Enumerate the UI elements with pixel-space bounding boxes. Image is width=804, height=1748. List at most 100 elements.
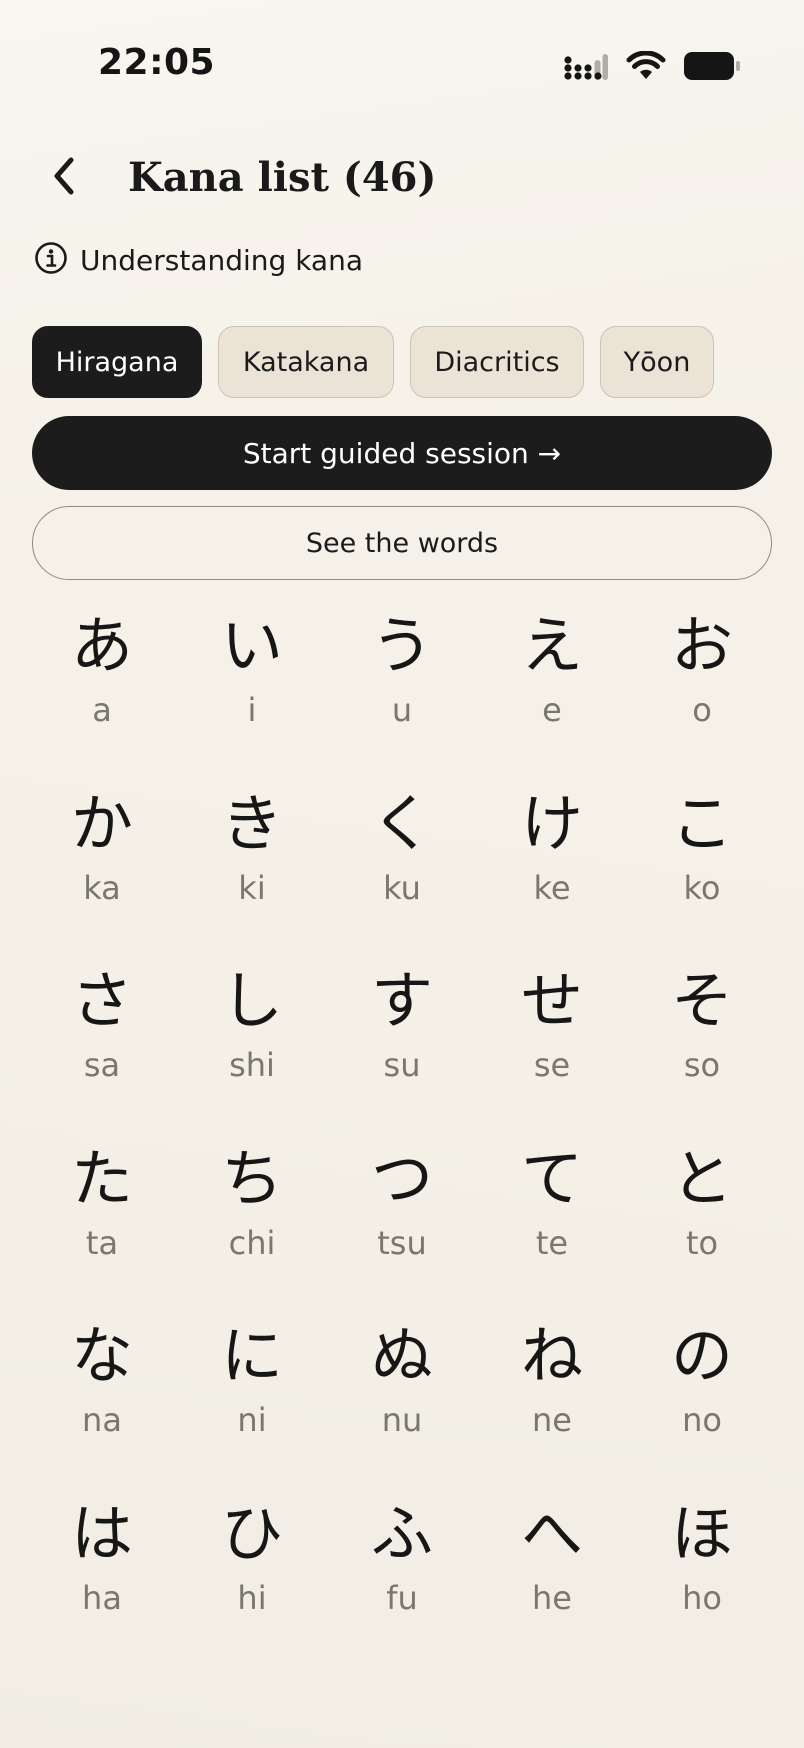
kana-romaji: chi — [228, 1223, 276, 1262]
kana-character: と — [670, 1141, 733, 1215]
kana-cell-se[interactable]: せ se — [477, 961, 627, 1139]
page-title: Kana list (46) — [128, 154, 437, 201]
kana-cell-e[interactable]: えe — [477, 606, 627, 784]
status-bar: 22:05 — [0, 0, 804, 120]
back-button[interactable] — [36, 150, 92, 206]
wifi-icon — [626, 51, 666, 81]
kana-romaji: so — [683, 1046, 721, 1084]
kana-cell-ho[interactable]: ほ ho — [627, 1494, 777, 1672]
kana-romaji: ta — [85, 1223, 119, 1262]
kana-character: は — [70, 1496, 133, 1570]
kana-cell-tsu[interactable]: つ tsu — [327, 1139, 477, 1317]
start-guided-session-button[interactable]: Start guided session → — [32, 416, 772, 490]
kana-romaji: u — [391, 691, 413, 729]
kana-character: ぬ — [370, 1319, 433, 1392]
kana-cell-na[interactable]: な na — [27, 1316, 177, 1494]
kana-grid: あ a い i う u え e お o か ka き ki く ku け ke こ ko さ sa し shi す su せ se そ s… — [27, 606, 777, 1671]
tab-diacritics[interactable]: Diacritics — [410, 326, 584, 398]
kana-character: の — [670, 1319, 733, 1392]
kana-cell-no[interactable]: の no — [627, 1316, 777, 1494]
kana-cell-a[interactable]: あa — [27, 606, 177, 784]
kana-cell-nu[interactable]: ぬ nu — [327, 1316, 477, 1494]
kana-character: き — [220, 786, 283, 860]
chevron-left-icon — [49, 156, 79, 200]
kana-romaji: fu — [386, 1578, 418, 1617]
kana-romaji: tsu — [377, 1223, 427, 1262]
kana-romaji: to — [685, 1223, 719, 1262]
kana-romaji: ka — [83, 868, 121, 907]
kana-character: て — [520, 1141, 583, 1215]
kana-cell-ko[interactable]: こ ko — [627, 784, 777, 962]
kana-character: な — [70, 1319, 133, 1392]
kana-romaji: shi — [229, 1046, 275, 1084]
kana-cell-ha[interactable]: は ha — [27, 1494, 177, 1672]
tab-hiragana[interactable]: Hiragana — [32, 326, 202, 398]
kana-character: こ — [670, 786, 733, 860]
kana-romaji: ne — [532, 1401, 572, 1439]
kana-character: さ — [70, 964, 133, 1037]
kana-romaji: he — [532, 1578, 572, 1617]
kana-character: に — [220, 1319, 283, 1392]
kana-character: せ — [520, 964, 583, 1037]
kana-cell-ki[interactable]: き ki — [177, 784, 327, 962]
kana-character: ほ — [670, 1496, 733, 1570]
kana-cell-fu[interactable]: ふ fu — [327, 1494, 477, 1672]
kana-character: ね — [520, 1319, 583, 1392]
battery-icon — [684, 51, 740, 81]
signal-icon — [564, 52, 608, 80]
kana-cell-u[interactable]: うu — [327, 606, 477, 784]
kana-romaji: su — [383, 1046, 421, 1084]
kana-character: け — [520, 786, 583, 860]
understanding-kana-link[interactable]: Understanding kana — [34, 238, 363, 282]
kana-character: そ — [670, 964, 733, 1037]
kana-character: ふ — [370, 1496, 433, 1570]
kana-romaji: hi — [237, 1578, 267, 1617]
kana-romaji: ko — [683, 868, 721, 907]
kana-cell-su[interactable]: す su — [327, 961, 477, 1139]
see-the-words-button[interactable]: See the words — [32, 506, 772, 580]
kana-cell-ta[interactable]: た ta — [27, 1139, 177, 1317]
header: Kana list (46) — [0, 140, 804, 220]
kana-cell-o[interactable]: おo — [627, 606, 777, 784]
kana-romaji: nu — [381, 1401, 423, 1439]
kana-cell-ke[interactable]: け ke — [477, 784, 627, 962]
kana-type-tabs: Hiragana Katakana Diacritics Yōon — [32, 326, 714, 400]
kana-cell-chi[interactable]: ち chi — [177, 1139, 327, 1317]
kana-romaji: no — [682, 1401, 722, 1439]
kana-character: し — [220, 964, 283, 1037]
kana-cell-ne[interactable]: ね ne — [477, 1316, 627, 1494]
kana-cell-ka[interactable]: か ka — [27, 784, 177, 962]
kana-romaji: ke — [533, 868, 571, 907]
kana-character: く — [370, 786, 433, 860]
kana-cell-so[interactable]: そ so — [627, 961, 777, 1139]
kana-romaji: ni — [237, 1401, 267, 1439]
kana-character: す — [370, 964, 433, 1037]
kana-romaji: se — [533, 1046, 571, 1084]
kana-character: お — [670, 609, 733, 682]
kana-character: つ — [370, 1141, 433, 1215]
kana-romaji: sa — [83, 1046, 121, 1084]
kana-cell-i[interactable]: いi — [177, 606, 327, 784]
kana-cell-hi[interactable]: ひ hi — [177, 1494, 327, 1672]
kana-romaji: o — [692, 691, 712, 729]
kana-romaji: ha — [82, 1578, 122, 1617]
kana-romaji: e — [542, 691, 562, 729]
kana-cell-sa[interactable]: さ sa — [27, 961, 177, 1139]
kana-romaji: i — [247, 691, 257, 729]
tab-yoon[interactable]: Yōon — [600, 326, 714, 398]
kana-cell-to[interactable]: と to — [627, 1139, 777, 1317]
kana-character: あ — [70, 609, 133, 682]
kana-cell-ni[interactable]: に ni — [177, 1316, 327, 1494]
kana-cell-te[interactable]: て te — [477, 1139, 627, 1317]
info-circle-icon — [34, 241, 68, 279]
kana-romaji: ki — [238, 868, 266, 907]
kana-romaji: a — [92, 691, 112, 729]
kana-character: た — [70, 1141, 133, 1215]
kana-cell-shi[interactable]: し shi — [177, 961, 327, 1139]
kana-character: う — [370, 609, 433, 682]
kana-romaji: ku — [383, 868, 421, 907]
tab-katakana[interactable]: Katakana — [218, 326, 394, 398]
kana-cell-he[interactable]: へ he — [477, 1494, 627, 1672]
kana-character: へ — [520, 1496, 583, 1570]
kana-cell-ku[interactable]: く ku — [327, 784, 477, 962]
